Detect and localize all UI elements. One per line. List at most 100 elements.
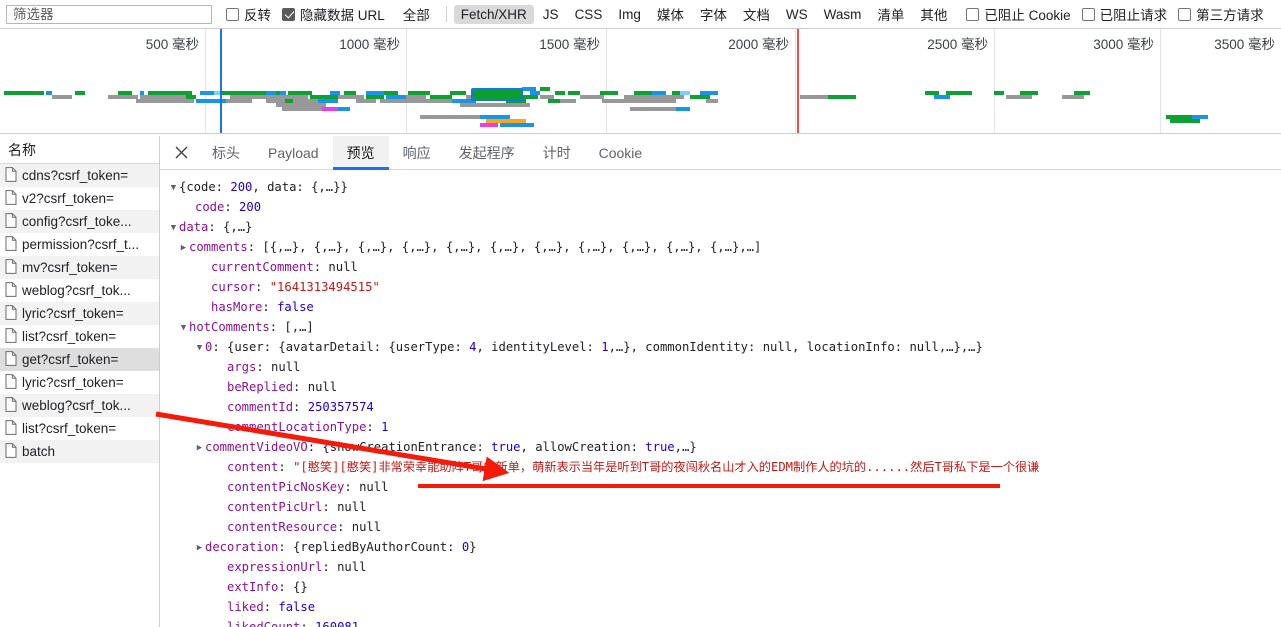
request-list-item[interactable]: v2?csrf_token= [0, 187, 159, 210]
blocked-requests-checkbox-row[interactable]: 已阻止请求 [1081, 4, 1167, 24]
json-line[interactable]: ▶code: 200 [168, 197, 1281, 217]
chevron-right-icon[interactable]: ▶ [178, 238, 189, 258]
detail-tab[interactable]: Payload [254, 136, 333, 169]
detail-tab[interactable]: 预览 [332, 136, 389, 170]
json-line[interactable]: ▼ 0: {user: {avatarDetail: {userType: 4, … [168, 337, 1281, 357]
request-list-item[interactable]: lyric?csrf_token= [0, 302, 159, 325]
json-line[interactable]: ▶cursor: "1641313494515" [168, 277, 1281, 297]
json-line[interactable]: ▶commentId: 250357574 [168, 397, 1281, 417]
request-list-item[interactable]: config?csrf_toke... [0, 210, 159, 233]
timeline-bar [555, 91, 565, 95]
json-line[interactable]: ▶liked: false [168, 597, 1281, 617]
json-line[interactable]: ▶contentPicUrl: null [168, 497, 1281, 517]
json-key: data [179, 220, 209, 234]
json-line[interactable]: ▶ decoration: {repliedByAuthorCount: 0} [168, 537, 1281, 557]
json-line[interactable]: ▶content: "[憨笑][憨笑]非常荣幸能助阵T哥的新单，萌新表示当年是听… [168, 457, 1281, 477]
json-value: : [300, 620, 316, 627]
detail-tab[interactable]: 计时 [529, 136, 585, 169]
type-filter--[interactable]: 字体 [693, 2, 734, 26]
json-value: null [337, 560, 367, 574]
json-value: false [277, 300, 314, 314]
json-value: : [224, 200, 240, 214]
request-list-item[interactable]: get?csrf_token= [0, 348, 159, 371]
tree-spacer: ▶ [216, 418, 227, 438]
invert-checkbox-row[interactable]: 反转 [226, 4, 271, 24]
tree-spacer: ▶ [216, 578, 227, 598]
invert-checkbox[interactable] [226, 7, 239, 21]
type-filter--[interactable]: 清单 [870, 2, 911, 26]
document-icon [5, 166, 17, 185]
request-list-item[interactable]: weblog?csrf_tok... [0, 279, 159, 302]
timeline-bar [420, 99, 456, 103]
timeline-bar [676, 107, 690, 111]
type-filter-js[interactable]: JS [536, 5, 566, 24]
request-list-item[interactable]: lyric?csrf_token= [0, 371, 159, 394]
detail-tab[interactable]: 发起程序 [445, 136, 529, 169]
json-line[interactable]: ▶hasMore: false [168, 297, 1281, 317]
filter-input-wrapper[interactable] [6, 4, 212, 24]
json-line[interactable]: ▼ {code: 200, data: {,…}} [168, 177, 1281, 197]
document-icon [5, 235, 17, 254]
json-line[interactable]: ▶args: null [168, 357, 1281, 377]
type-filter--[interactable]: 文档 [736, 2, 777, 26]
json-line[interactable]: ▶expressionUrl: null [168, 557, 1281, 577]
detail-tab[interactable]: 响应 [389, 136, 445, 169]
json-key: commentVideoVO [205, 440, 308, 454]
third-party-checkbox[interactable] [1178, 7, 1192, 21]
request-list-item[interactable]: list?csrf_token= [0, 325, 159, 348]
timeline-bar [680, 91, 690, 95]
type-filter-css[interactable]: CSS [568, 5, 610, 24]
request-list-item[interactable]: batch [0, 440, 159, 463]
tree-spacer: ▶ [216, 458, 227, 478]
request-list-item[interactable]: mv?csrf_token= [0, 256, 159, 279]
type-filter-wasm[interactable]: Wasm [817, 5, 869, 24]
json-line[interactable]: ▶contentResource: null [168, 517, 1281, 537]
json-line[interactable]: ▶extInfo: {} [168, 577, 1281, 597]
json-value: 200 [230, 180, 253, 194]
third-party-checkbox-row[interactable]: 第三方请求 [1178, 4, 1264, 24]
chevron-down-icon[interactable]: ▼ [194, 338, 205, 358]
request-detail-pane: 标头 Payload 预览 响应 发起程序 计时 Cookie ▼ {code: 200, d… [160, 136, 1281, 627]
type-filter-ws[interactable]: WS [779, 5, 815, 24]
json-line[interactable]: ▼ hotComments: [,…] [168, 317, 1281, 337]
request-list-item[interactable]: list?csrf_token= [0, 417, 159, 440]
type-filter--[interactable]: 其他 [913, 2, 954, 26]
chevron-down-icon[interactable]: ▼ [168, 218, 179, 238]
hide-data-urls-checkbox[interactable] [282, 7, 295, 21]
close-icon[interactable] [164, 136, 198, 169]
json-line[interactable]: ▶contentPicNosKey: null [168, 477, 1281, 497]
request-list-item[interactable]: permission?csrf_t... [0, 233, 159, 256]
network-overview-timeline[interactable]: 500 毫秒 1000 毫秒 1500 毫秒 2000 毫秒 2500 毫秒 3000 毫… [0, 29, 1281, 134]
json-preview-tree[interactable]: ▼{code: 200, data: {,…}}▶code: 200▼data:… [160, 170, 1281, 627]
json-key: args [227, 360, 257, 374]
type-filter--[interactable]: 媒体 [650, 2, 691, 26]
chevron-right-icon[interactable]: ▶ [194, 438, 205, 458]
timeline-bar [800, 95, 828, 99]
filter-input[interactable] [11, 5, 207, 23]
detail-tab[interactable]: Cookie [585, 136, 657, 169]
request-name: batch [22, 444, 56, 459]
json-line[interactable]: ▼ data: {,…} [168, 217, 1281, 237]
detail-tab[interactable]: 标头 [198, 136, 254, 169]
blocked-cookies-checkbox-row[interactable]: 已阻止 Cookie [966, 4, 1071, 24]
chevron-down-icon[interactable]: ▼ [168, 178, 179, 198]
json-line[interactable]: ▶commentLocationType: 1 [168, 417, 1281, 437]
document-icon [5, 327, 17, 346]
json-line[interactable]: ▶currentComment: null [168, 257, 1281, 277]
json-line[interactable]: ▶ commentVideoVO: {showCreationEntrance: … [168, 437, 1281, 457]
json-line[interactable]: ▶beReplied: null [168, 377, 1281, 397]
request-list-header-name[interactable]: 名称 [0, 136, 159, 164]
blocked-cookies-checkbox[interactable] [966, 7, 980, 21]
blocked-requests-checkbox[interactable] [1081, 7, 1095, 21]
hide-data-urls-checkbox-row[interactable]: 隐藏数据 URL [282, 4, 385, 24]
type-filter-fetch-xhr[interactable]: Fetch/XHR [453, 4, 534, 24]
json-line[interactable]: ▶ comments: [{,…}, {,…}, {,…}, {,…}, {,…}… [168, 237, 1281, 257]
type-filter-img[interactable]: Img [611, 5, 648, 24]
json-value: 160081 [315, 620, 360, 627]
json-line[interactable]: ▶likedCount: 160081 [168, 617, 1281, 627]
chevron-down-icon[interactable]: ▼ [178, 318, 189, 338]
request-list-item[interactable]: cdns?csrf_token= [0, 164, 159, 187]
chevron-right-icon[interactable]: ▶ [194, 538, 205, 558]
request-list-item[interactable]: weblog?csrf_tok... [0, 394, 159, 417]
type-filter--[interactable]: 全部 [396, 2, 437, 26]
